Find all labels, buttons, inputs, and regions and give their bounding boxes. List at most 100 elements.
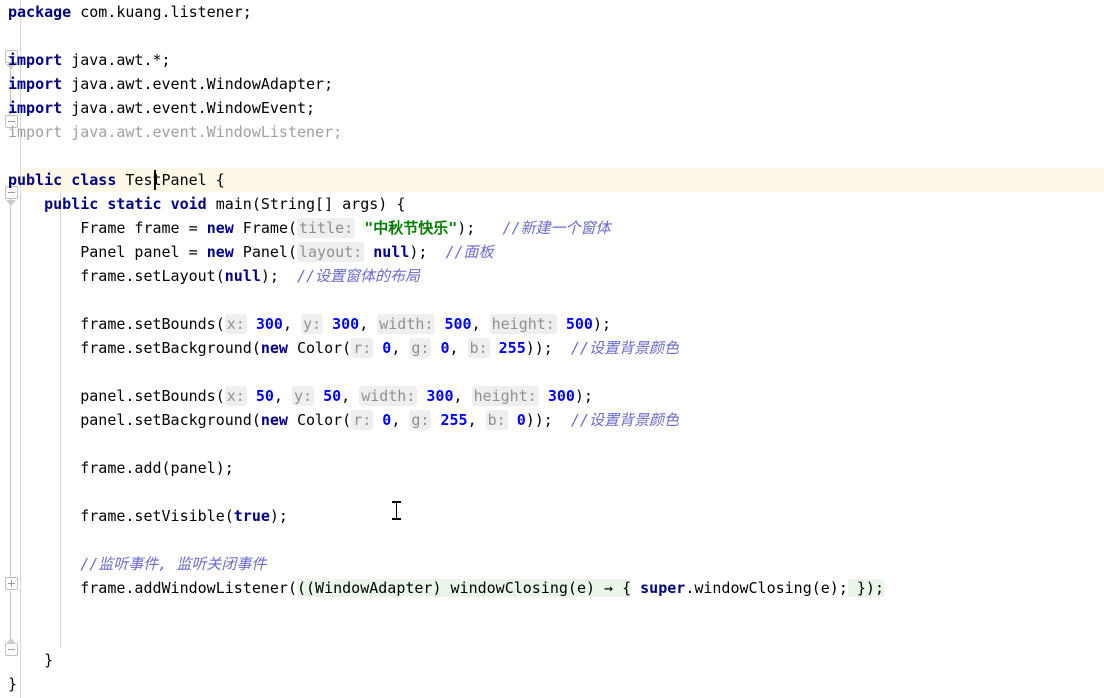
code-line-19[interactable] — [0, 432, 1104, 456]
token-plain: frame.addWindowListener( — [8, 579, 297, 597]
token-kw: public — [44, 195, 99, 213]
token-plain: )); — [525, 339, 571, 357]
token-lamb2: }); — [847, 579, 884, 597]
code-line-text: public class TestPanel { — [0, 168, 225, 192]
code-line-text: panel.setBackground(new Color(r: 0, g: 2… — [0, 408, 679, 432]
code-line-text: frame.setBackground(new Color(r: 0, g: 0… — [0, 336, 679, 360]
token-plain: , — [391, 411, 410, 429]
token-plain: java.awt.*; — [62, 51, 171, 69]
token-plain: Frame frame = — [8, 219, 207, 237]
token-kw: null — [373, 243, 410, 261]
token-plain: ); — [269, 507, 288, 525]
code-line-5[interactable]: import java.awt.event.WindowEvent; — [0, 96, 1104, 120]
token-plain: frame.setBackground( — [8, 339, 261, 357]
code-line-6[interactable]: import java.awt.event.WindowListener; — [0, 120, 1104, 144]
token-kw: new — [206, 243, 234, 261]
token-hint: r: — [351, 410, 374, 430]
token-plain: ); — [457, 219, 503, 237]
code-line-text: panel.setBounds(x: 50, y: 50, width: 300… — [0, 384, 593, 408]
code-line-26[interactable] — [0, 600, 1104, 624]
token-kw: package — [8, 3, 72, 21]
code-line-25[interactable]: frame.addWindowListener(((WindowAdapter)… — [0, 576, 1104, 600]
code-line-23[interactable] — [0, 528, 1104, 552]
token-kw: import — [8, 99, 63, 117]
token-num: 0 — [440, 339, 450, 357]
code-line-16[interactable] — [0, 360, 1104, 384]
code-line-24[interactable]: //监听事件, 监听关闭事件 — [0, 552, 1104, 576]
code-line-13[interactable] — [0, 288, 1104, 312]
mouse-cursor-ibeam — [392, 501, 401, 520]
code-editor[interactable]: package com.kuang.listener; import java.a… — [0, 0, 1104, 698]
code-line-18[interactable]: panel.setBackground(new Color(r: 0, g: 2… — [0, 408, 1104, 432]
code-line-text: import java.awt.event.WindowListener; — [0, 120, 342, 144]
code-line-3[interactable]: import java.awt.*; — [0, 48, 1104, 72]
token-hint: x: — [224, 314, 247, 334]
code-line-20[interactable]: frame.add(panel); — [0, 456, 1104, 480]
token-dim: import java.awt.event.WindowListener; — [8, 123, 343, 141]
code-line-14[interactable]: frame.setBounds(x: 300, y: 300, width: 5… — [0, 312, 1104, 336]
code-line-17[interactable]: panel.setBounds(x: 50, y: 50, width: 300… — [0, 384, 1104, 408]
code-line-text: package com.kuang.listener; — [0, 0, 252, 24]
token-plain: Panel( — [233, 243, 297, 261]
token-kw: import — [8, 51, 63, 69]
token-kw: import — [8, 75, 63, 93]
code-line-text: import java.awt.event.WindowEvent; — [0, 96, 315, 120]
code-line-29[interactable]: } — [0, 672, 1104, 696]
code-line-22[interactable]: frame.setVisible(true); — [0, 504, 1104, 528]
code-line-text: } — [0, 648, 53, 672]
token-kw: new — [260, 339, 288, 357]
token-plain: TestPanel { — [116, 171, 225, 189]
token-cmt: //新建一个窗体 — [502, 219, 611, 237]
token-num: 255 — [498, 339, 526, 357]
token-plain: } — [8, 651, 54, 669]
token-hint: height: — [489, 314, 557, 334]
code-line-10[interactable]: Frame frame = new Frame(title: "中秋节快乐");… — [0, 216, 1104, 240]
code-line-text: //监听事件, 监听关闭事件 — [0, 552, 266, 576]
token-hint: x: — [224, 386, 247, 406]
token-plain: frame.setVisible( — [8, 507, 234, 525]
code-line-28[interactable]: } — [0, 648, 1104, 672]
code-line-15[interactable]: frame.setBackground(new Color(r: 0, g: 0… — [0, 336, 1104, 360]
token-plain: , — [282, 315, 301, 333]
code-content[interactable]: package com.kuang.listener; import java.a… — [0, 0, 1104, 698]
code-line-9[interactable]: public static void main(String[] args) { — [0, 192, 1104, 216]
token-plain: Frame( — [233, 219, 297, 237]
token-plain: ); — [409, 243, 446, 261]
token-plain: main(String[] args) { — [206, 195, 406, 213]
code-line-2[interactable] — [0, 24, 1104, 48]
code-line-text: import java.awt.event.WindowAdapter; — [0, 72, 333, 96]
token-num: 300 — [255, 315, 283, 333]
token-num: 50 — [255, 387, 274, 405]
token-num: 300 — [426, 387, 454, 405]
code-line-1[interactable]: package com.kuang.listener; — [0, 0, 1104, 24]
token-kw: true — [233, 507, 270, 525]
code-line-4[interactable]: import java.awt.event.WindowAdapter; — [0, 72, 1104, 96]
token-num: 300 — [547, 387, 575, 405]
code-line-27[interactable] — [0, 624, 1104, 648]
token-plain: } — [8, 675, 18, 693]
token-num: 500 — [565, 315, 593, 333]
token-plain: panel.setBounds( — [8, 387, 225, 405]
code-line-text: Panel panel = new Panel(layout: null); /… — [0, 240, 494, 264]
token-plain: , — [471, 315, 490, 333]
token-kw: null — [224, 267, 261, 285]
code-line-text: public static void main(String[] args) { — [0, 192, 405, 216]
token-lambda: ((WindowAdapter) windowClosing(e) → { — [296, 579, 632, 597]
code-line-8[interactable]: public class TestPanel { — [0, 168, 1104, 192]
code-line-21[interactable] — [0, 480, 1104, 504]
code-line-7[interactable] — [0, 144, 1104, 168]
token-hint: height: — [471, 386, 539, 406]
code-line-text: frame.setVisible(true); — [0, 504, 288, 528]
token-num: 50 — [323, 387, 342, 405]
token-plain: , — [467, 411, 486, 429]
token-hint: b: — [467, 338, 490, 358]
token-hint: g: — [409, 410, 432, 430]
code-line-12[interactable]: frame.setLayout(null); //设置窗体的布局 — [0, 264, 1104, 288]
code-line-11[interactable]: Panel panel = new Panel(layout: null); /… — [0, 240, 1104, 264]
code-line-text: frame.setBounds(x: 300, y: 300, width: 5… — [0, 312, 611, 336]
